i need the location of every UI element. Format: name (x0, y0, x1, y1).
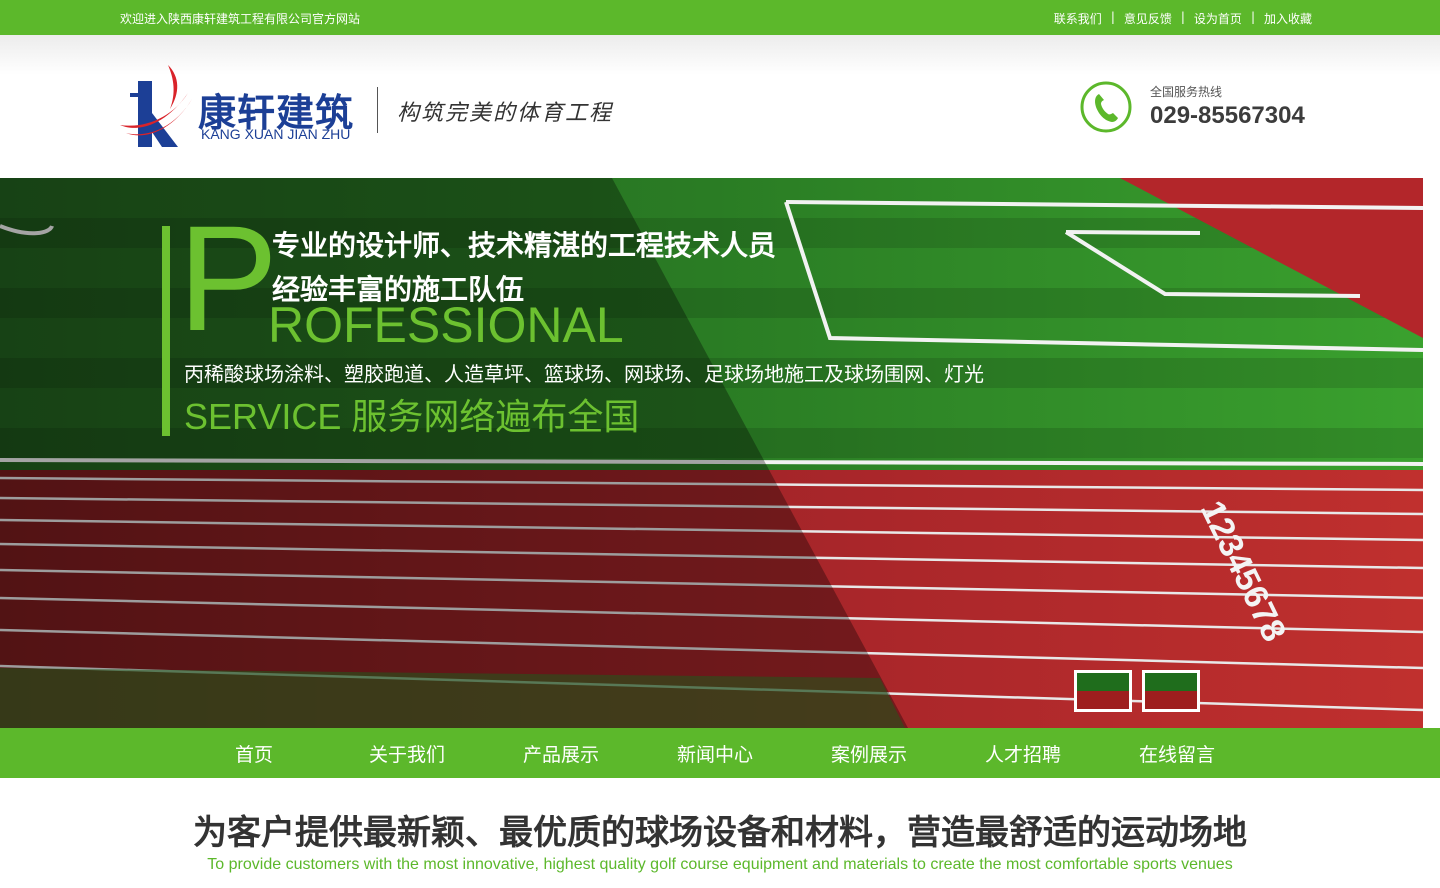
professional-text: ROFESSIONAL (268, 297, 624, 353)
welcome-text: 欢迎进入陕西康轩建筑工程有限公司官方网站 (120, 12, 361, 26)
big-letter: P (178, 194, 279, 362)
logo-divider (377, 87, 378, 133)
feedback-link[interactable]: 意见反馈 (1124, 10, 1172, 27)
tagline-en: To provide customers with the most innov… (207, 856, 1233, 873)
hotline-label: 全国服务热线 (1150, 85, 1223, 99)
banner-overlay: P 专业的设计师、技术精湛的工程技术人员 经验丰富的施工队伍 ROFESSION… (0, 178, 1423, 728)
slide-thumbnail-2[interactable] (1142, 670, 1200, 712)
link-separator: | (1180, 10, 1185, 24)
main-nav: 首页 关于我们 产品展示 新闻中心 案例展示 人才招聘 在线留言 (0, 728, 1440, 778)
nav-item-message[interactable]: 在线留言 (1139, 740, 1215, 767)
nav-item-about[interactable]: 关于我们 (369, 740, 445, 767)
products-text: 丙稀酸球场涂料、塑胶跑道、人造草坪、篮球场、网球场、足球场地施工及球场围网、灯光 (184, 362, 984, 386)
banner-headline-1: 专业的设计师、技术精湛的工程技术人员 (272, 229, 777, 262)
header-slogan: 构筑完美的体育工程 (397, 101, 614, 126)
nav-item-cases[interactable]: 案例展示 (831, 740, 907, 767)
top-links: 联系我们 | 意见反馈 | 设为首页 | 加入收藏 (1054, 10, 1312, 27)
nav-item-products[interactable]: 产品展示 (523, 740, 599, 767)
slide-thumbnail-1[interactable] (1074, 670, 1132, 712)
link-separator: | (1250, 10, 1255, 24)
phone-icon (1080, 81, 1132, 133)
nav-item-news[interactable]: 新闻中心 (677, 740, 753, 767)
logo-text-en: KANG XUAN JIAN ZHU (201, 126, 351, 142)
set-homepage-link[interactable]: 设为首页 (1194, 10, 1242, 27)
top-bar: 欢迎进入陕西康轩建筑工程有限公司官方网站 联系我们 | 意见反馈 | 设为首页 … (0, 0, 1440, 35)
site-header: 康轩建筑 KANG XUAN JIAN ZHU 构筑完美的体育工程 全国服务热线… (0, 35, 1440, 178)
hotline-number: 029-85567304 (1150, 102, 1305, 129)
accent-bar (162, 226, 170, 436)
nav-item-home[interactable]: 首页 (235, 740, 273, 767)
tagline-cn: 为客户提供最新颖、最优质的球场设备和材料，营造最舒适的运动场地 (193, 813, 1247, 853)
hero-banner: 12345678 P 专业的设计师、技术精湛的工程技术人员 经验丰富的施工队伍 … (0, 178, 1423, 728)
kx-logo-icon[interactable] (118, 63, 196, 149)
add-favorite-link[interactable]: 加入收藏 (1264, 10, 1312, 27)
nav-item-jobs[interactable]: 人才招聘 (985, 740, 1061, 767)
service-text: SERVICE 服务网络遍布全国 (184, 396, 640, 437)
link-separator: | (1110, 10, 1115, 24)
contact-us-link[interactable]: 联系我们 (1054, 10, 1102, 27)
